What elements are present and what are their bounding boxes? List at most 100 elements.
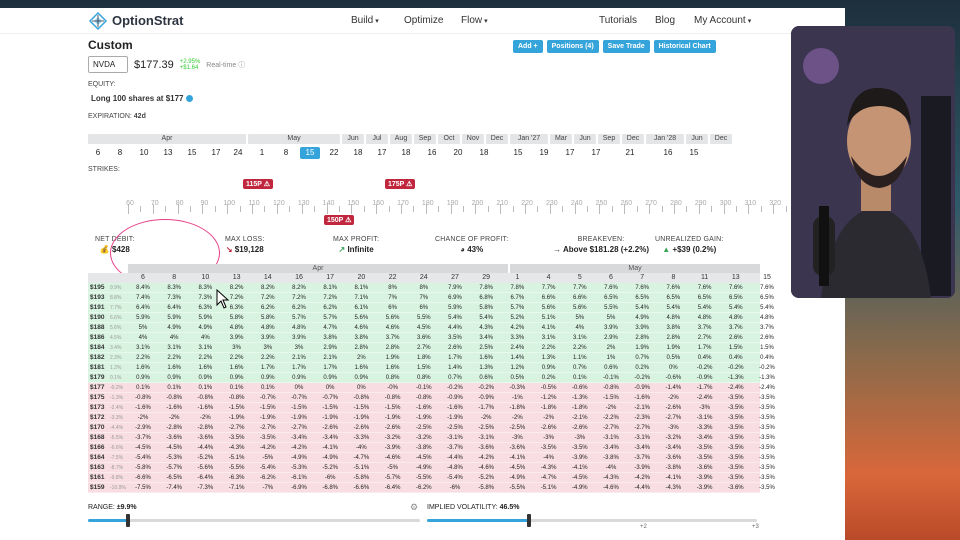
table-cell[interactable]: -3.5% xyxy=(752,403,782,413)
table-cell[interactable]: -6.6% xyxy=(346,483,376,493)
table-cell[interactable]: 0.7% xyxy=(565,363,595,373)
table-cell[interactable]: 7.6% xyxy=(721,283,751,293)
table-cell[interactable]: -3% xyxy=(502,433,532,443)
table-cell[interactable]: 6.9% xyxy=(440,293,470,303)
table-cell[interactable]: 3.1% xyxy=(128,343,158,353)
table-cell[interactable]: -3% xyxy=(690,403,720,413)
table-cell[interactable]: 1.7% xyxy=(690,343,720,353)
table-cell[interactable]: -3.2% xyxy=(409,433,439,443)
expiration-month[interactable]: Dec xyxy=(486,134,508,144)
table-cell[interactable]: 1.9% xyxy=(658,343,688,353)
table-cell[interactable]: 1.6% xyxy=(346,363,376,373)
table-cell[interactable]: 0.4% xyxy=(690,353,720,363)
table-cell[interactable]: 4.6% xyxy=(378,323,408,333)
table-cell[interactable]: 5.5% xyxy=(409,313,439,323)
table-cell[interactable]: -4.1% xyxy=(658,473,688,483)
table-cell[interactable]: -3.5% xyxy=(690,443,720,453)
table-cell[interactable]: 5.4% xyxy=(690,303,720,313)
table-cell[interactable]: 1.1% xyxy=(565,353,595,363)
table-cell[interactable]: 5.6% xyxy=(346,313,376,323)
table-cell[interactable]: -3.1% xyxy=(596,433,626,443)
table-cell[interactable]: 7% xyxy=(409,293,439,303)
table-cell[interactable]: -3.6% xyxy=(471,443,501,453)
table-cell[interactable]: 5.9% xyxy=(159,313,189,323)
table-cell[interactable]: -1.6% xyxy=(627,393,657,403)
save-trade-button[interactable]: Save Trade xyxy=(602,40,650,53)
table-cell[interactable]: 1.3% xyxy=(534,353,564,363)
table-cell[interactable]: 0.4% xyxy=(752,353,782,363)
table-cell[interactable]: 1.6% xyxy=(378,363,408,373)
table-cell[interactable]: 2.6% xyxy=(440,343,470,353)
put-strike-tag[interactable]: 115P ⚠ xyxy=(243,179,274,189)
table-cell[interactable]: 3.1% xyxy=(190,343,220,353)
table-cell[interactable]: 3.8% xyxy=(315,333,345,343)
table-cell[interactable]: 5.6% xyxy=(534,303,564,313)
table-cell[interactable]: -5.1% xyxy=(346,463,376,473)
table-cell[interactable]: -2% xyxy=(190,413,220,423)
table-cell[interactable]: -3.4% xyxy=(627,443,657,453)
table-cell[interactable]: -3.6% xyxy=(190,433,220,443)
table-cell[interactable]: -6.2% xyxy=(409,483,439,493)
table-cell[interactable]: 6.4% xyxy=(128,303,158,313)
table-cell[interactable]: 0% xyxy=(315,383,345,393)
table-cell[interactable]: 7.7% xyxy=(565,283,595,293)
table-cell[interactable]: 0.5% xyxy=(658,353,688,363)
table-cell[interactable]: 3.7% xyxy=(721,323,751,333)
historical-chart-button[interactable]: Historical Chart xyxy=(653,40,716,53)
table-cell[interactable]: -0.8% xyxy=(128,393,158,403)
table-cell[interactable]: -3.5% xyxy=(752,393,782,403)
expiration-date[interactable]: 17 xyxy=(206,147,226,159)
table-cell[interactable]: 1.9% xyxy=(627,343,657,353)
expiration-date[interactable]: 20 xyxy=(448,147,468,159)
table-cell[interactable]: 5.5% xyxy=(596,303,626,313)
table-cell[interactable]: 3.1% xyxy=(159,343,189,353)
table-cell[interactable]: -5.4% xyxy=(128,453,158,463)
table-cell[interactable]: 6.5% xyxy=(627,293,657,303)
table-cell[interactable]: -4% xyxy=(534,453,564,463)
table-cell[interactable]: -2.8% xyxy=(159,423,189,433)
table-cell[interactable]: -2.5% xyxy=(502,423,532,433)
table-cell[interactable]: -3.6% xyxy=(502,443,532,453)
table-cell[interactable]: -3.4% xyxy=(690,433,720,443)
table-cell[interactable]: -3.9% xyxy=(690,483,720,493)
range-slider[interactable] xyxy=(88,514,420,527)
table-cell[interactable]: -3.5% xyxy=(565,443,595,453)
table-cell[interactable]: -5.5% xyxy=(409,473,439,483)
table-cell[interactable]: 0.1% xyxy=(190,383,220,393)
table-cell[interactable]: -1.8% xyxy=(565,403,595,413)
table-cell[interactable]: -4.2% xyxy=(471,453,501,463)
table-cell[interactable]: -1.7% xyxy=(471,403,501,413)
table-cell[interactable]: 6.5% xyxy=(596,293,626,303)
table-cell[interactable]: 4.8% xyxy=(253,323,283,333)
table-cell[interactable]: 3.4% xyxy=(471,333,501,343)
table-cell[interactable]: 6.2% xyxy=(253,303,283,313)
table-cell[interactable]: -0.8% xyxy=(346,393,376,403)
expiration-month[interactable]: Nov xyxy=(462,134,484,144)
table-cell[interactable]: -0.6% xyxy=(658,373,688,383)
table-cell[interactable]: 2.2% xyxy=(565,343,595,353)
table-cell[interactable]: 8% xyxy=(378,283,408,293)
expiration-date[interactable]: 17 xyxy=(560,147,580,159)
table-cell[interactable]: 7.2% xyxy=(253,293,283,303)
nav-flow[interactable]: Flow ▾ xyxy=(461,15,488,26)
table-cell[interactable]: -3% xyxy=(658,423,688,433)
table-cell[interactable]: 3.7% xyxy=(690,323,720,333)
table-cell[interactable]: 7.2% xyxy=(315,293,345,303)
table-cell[interactable]: 8% xyxy=(409,283,439,293)
table-cell[interactable]: 1.6% xyxy=(159,363,189,373)
table-cell[interactable]: -3.5% xyxy=(721,453,751,463)
table-cell[interactable]: -0.1% xyxy=(409,383,439,393)
table-cell[interactable]: 3.8% xyxy=(658,323,688,333)
table-cell[interactable]: -2.4% xyxy=(752,383,782,393)
table-cell[interactable]: 8.3% xyxy=(159,283,189,293)
table-cell[interactable]: -3.5% xyxy=(752,483,782,493)
table-cell[interactable]: 2.2% xyxy=(222,353,252,363)
table-cell[interactable]: 5.4% xyxy=(752,303,782,313)
table-cell[interactable]: 0.8% xyxy=(378,373,408,383)
table-cell[interactable]: 3.9% xyxy=(627,323,657,333)
table-cell[interactable]: -4.9% xyxy=(565,483,595,493)
table-cell[interactable]: 7% xyxy=(378,293,408,303)
table-cell[interactable]: -3.5% xyxy=(253,433,283,443)
table-cell[interactable]: -4.5% xyxy=(565,473,595,483)
table-cell[interactable]: 5.6% xyxy=(565,303,595,313)
